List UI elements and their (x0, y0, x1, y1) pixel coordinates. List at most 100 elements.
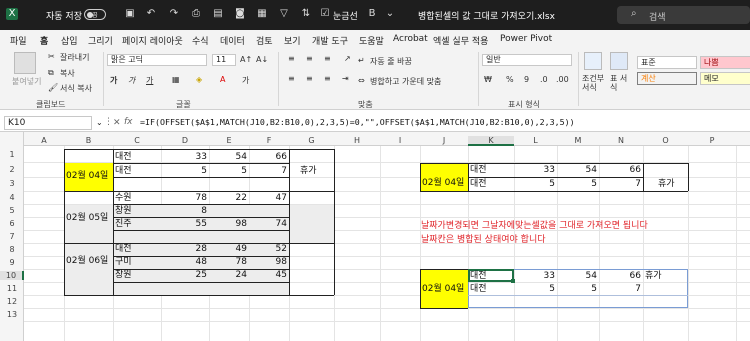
style-note[interactable]: 메모 (700, 72, 750, 85)
region-cell[interactable]: 대전 (470, 284, 487, 294)
phonetic-icon[interactable]: 가 (242, 75, 249, 86)
grow-font-icon[interactable]: A↑ (240, 55, 252, 64)
tab-help[interactable]: 도움말 (359, 34, 384, 47)
insert-function-icon[interactable]: fx (124, 117, 133, 127)
underline-button[interactable]: 가 (146, 75, 153, 86)
percent-icon[interactable]: % (506, 75, 514, 84)
row-header-12[interactable]: 12 (0, 297, 24, 306)
tab-data[interactable]: 데이터 (220, 34, 245, 47)
value-cell[interactable]: 55 (161, 219, 207, 229)
value-cell[interactable]: 24 (209, 270, 247, 280)
wrap-text-button[interactable]: 자동 줄 바꿈 (370, 56, 412, 67)
table-format-button[interactable]: 표 서식 (610, 74, 630, 92)
row-header-8[interactable]: 8 (0, 245, 24, 254)
format-painter-button[interactable]: 서식 복사 (60, 83, 92, 94)
tab-developer[interactable]: 개발 도구 (312, 34, 348, 47)
number-format-select[interactable]: 일반 (482, 54, 572, 66)
wrap-text-icon[interactable]: ↵ (358, 56, 365, 65)
tab-insert[interactable]: 삽입 (61, 34, 78, 47)
italic-button[interactable]: 가 (128, 75, 135, 86)
table-format-icon[interactable] (610, 52, 628, 70)
conditional-format-icon[interactable] (584, 52, 602, 70)
formula-input[interactable]: =IF(OFFSET($A$1,MATCH(J10,B2:B10,0),2,3,… (140, 117, 575, 127)
value-cell[interactable]: 33 (514, 165, 555, 175)
cut-button[interactable]: 잘라내기 (60, 52, 89, 63)
value-cell[interactable]: 78 (209, 257, 247, 267)
value-cell[interactable]: 66 (249, 152, 287, 162)
style-bad[interactable]: 나쁨 (700, 56, 750, 69)
region-cell[interactable]: 대전 (115, 166, 132, 176)
region-cell[interactable]: 창원 (115, 206, 132, 216)
column-header-f[interactable]: F (249, 136, 289, 146)
value-cell[interactable]: 7 (249, 166, 287, 176)
style-normal[interactable]: 표준 (637, 56, 697, 69)
tab-power-pivot[interactable]: Power Pivot (500, 34, 552, 44)
conditional-format-button[interactable]: 조건부 서식 (582, 74, 606, 92)
align-left-icon[interactable]: ≡ (288, 74, 295, 83)
copy-icon[interactable]: ⧉ (48, 68, 54, 78)
format-painter-icon[interactable]: 🖌 (48, 83, 58, 92)
region-cell[interactable]: 구미 (115, 257, 132, 267)
tab-formulas[interactable]: 수식 (192, 34, 209, 47)
value-cell[interactable]: 5 (161, 166, 207, 176)
bold-button[interactable]: 가 (110, 75, 117, 86)
customize-qat-icon[interactable]: ⌄ (384, 8, 396, 20)
tab-acrobat[interactable]: Acrobat (393, 34, 428, 44)
value-cell[interactable]: 5 (514, 284, 555, 294)
value-cell[interactable]: 5 (557, 179, 597, 189)
value-cell[interactable]: 45 (249, 270, 287, 280)
column-header-k[interactable]: K (468, 136, 514, 146)
value-cell[interactable]: 5 (209, 166, 247, 176)
value-cell[interactable]: 33 (161, 152, 207, 162)
holiday-cell[interactable]: 휴가 (645, 271, 662, 281)
row-header-2[interactable]: 2 (0, 165, 24, 174)
worksheet-grid[interactable]: A B C D E F G H I J K L M N O P 1 2 3 4 … (0, 132, 750, 341)
tab-page-layout[interactable]: 페이지 레이아웃 (122, 34, 183, 47)
align-center-icon[interactable]: ≡ (306, 74, 313, 83)
column-header-i[interactable]: I (380, 136, 420, 146)
fill-color-icon[interactable]: ◈ (196, 75, 202, 84)
value-cell[interactable]: 54 (557, 271, 597, 281)
bold-quick-icon[interactable]: B (366, 8, 378, 20)
paste-button[interactable]: 붙여넣기 (12, 76, 41, 87)
column-header-g[interactable]: G (289, 136, 334, 146)
align-right-icon[interactable]: ≡ (324, 74, 331, 83)
increase-decimal-icon[interactable]: .0 (540, 75, 548, 84)
column-header-o[interactable]: O (643, 136, 688, 146)
value-cell[interactable]: 7 (599, 284, 641, 294)
row-header-6[interactable]: 6 (0, 219, 24, 228)
style-calculation[interactable]: 계산 (637, 72, 697, 85)
value-cell[interactable]: 66 (599, 271, 641, 281)
value-cell[interactable]: 54 (209, 152, 247, 162)
region-cell[interactable]: 대전 (470, 165, 487, 175)
open-icon[interactable]: ▤ (212, 8, 224, 20)
row-header-4[interactable]: 4 (0, 193, 24, 202)
copy-button[interactable]: 복사 (60, 68, 75, 79)
merge-center-icon[interactable]: ⇔ (358, 76, 365, 85)
value-cell[interactable]: 78 (161, 193, 207, 203)
region-cell[interactable]: 대전 (115, 244, 132, 254)
undo-icon[interactable]: ↶ (145, 8, 157, 20)
indent-icon[interactable]: ⇥ (342, 74, 349, 83)
value-cell[interactable]: 54 (557, 165, 597, 175)
cancel-icon[interactable]: ✕ (113, 118, 121, 128)
region-cell[interactable]: 창원 (115, 270, 132, 280)
value-cell[interactable]: 7 (599, 179, 641, 189)
value-cell[interactable]: 28 (161, 244, 207, 254)
column-header-m[interactable]: M (557, 136, 599, 146)
value-cell[interactable]: 22 (209, 193, 247, 203)
date-cell[interactable]: 02월 04일 (66, 171, 108, 181)
holiday-cell[interactable]: 휴가 (300, 166, 317, 176)
column-header-d[interactable]: D (161, 136, 209, 146)
region-cell[interactable]: 대전 (115, 152, 132, 162)
save-icon[interactable]: ▣ (124, 8, 136, 20)
print-icon[interactable]: ⎙ (190, 8, 202, 20)
paste-icon[interactable] (14, 52, 36, 74)
row-header-7[interactable]: 7 (0, 232, 24, 241)
orientation-icon[interactable]: ↗ (344, 54, 351, 63)
value-cell[interactable]: 49 (209, 244, 247, 254)
value-cell[interactable]: 5 (514, 179, 555, 189)
column-header-n[interactable]: N (599, 136, 643, 146)
comma-icon[interactable]: 9 (524, 75, 529, 84)
row-header-1[interactable]: 1 (0, 150, 24, 159)
